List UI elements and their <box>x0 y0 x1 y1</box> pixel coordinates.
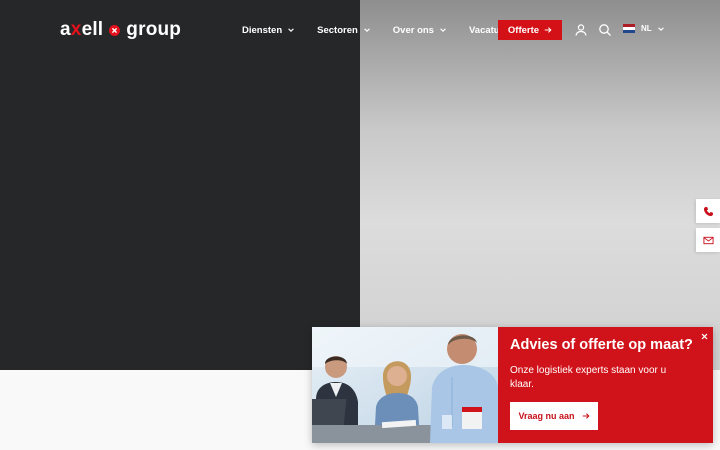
phone-icon <box>703 206 713 216</box>
popup-cta-label: Vraag nu aan <box>518 411 575 421</box>
logo-letter-x: x <box>70 19 82 40</box>
offer-popup: Advies of offerte op maat? Onze logistie… <box>312 327 713 443</box>
nav-item-over-ons[interactable]: Over ons <box>393 25 447 36</box>
axell-group-logo[interactable]: a x ell group <box>60 17 181 43</box>
mail-icon <box>702 236 714 244</box>
nav-item-sectoren[interactable]: Sectoren <box>317 25 371 36</box>
user-icon <box>575 24 587 36</box>
popup-title: Advies of offerte op maat? <box>510 337 693 353</box>
nav-label: Over ons <box>392 24 434 36</box>
chevron-down-icon <box>288 28 294 32</box>
vraag-nu-aan-button[interactable]: Vraag nu aan <box>510 402 598 430</box>
nav-label: Sectoren <box>317 24 358 36</box>
popup-text: Onze logistiek experts staan voor u klaa… <box>510 365 667 390</box>
logo-letter-a: a <box>60 19 71 40</box>
popup-photo-meeting <box>312 327 498 443</box>
logo-ell: ell <box>81 19 104 40</box>
arrow-right-icon <box>544 27 552 33</box>
arrow-right-icon <box>582 413 590 419</box>
search-icon <box>599 24 611 36</box>
language-selector[interactable]: NL <box>623 24 665 33</box>
logo-group: group <box>126 19 182 40</box>
close-icon <box>701 333 707 339</box>
offerte-button[interactable]: Offerte <box>498 20 562 40</box>
logo-mark-icon <box>109 24 121 36</box>
netherlands-flag-icon <box>623 24 635 33</box>
nav-item-diensten[interactable]: Diensten <box>242 25 295 36</box>
phone-contact-tab[interactable] <box>696 199 720 223</box>
account-button[interactable] <box>574 23 588 37</box>
site-header: a x ell group Diensten Sectoren Over ons V… <box>0 0 720 60</box>
chevron-down-icon <box>657 26 664 31</box>
chevron-down-icon <box>363 28 370 32</box>
popup-close-button[interactable] <box>698 330 710 342</box>
meeting-photo-illustration <box>312 327 498 443</box>
offerte-label: Offerte <box>507 24 540 36</box>
language-label: NL <box>641 24 652 33</box>
mail-contact-tab[interactable] <box>696 228 720 252</box>
main-nav: Diensten Sectoren Over ons Vacatures <box>242 22 514 38</box>
search-button[interactable] <box>598 23 612 37</box>
chevron-down-icon <box>440 28 446 32</box>
nav-label: Diensten <box>242 24 283 36</box>
